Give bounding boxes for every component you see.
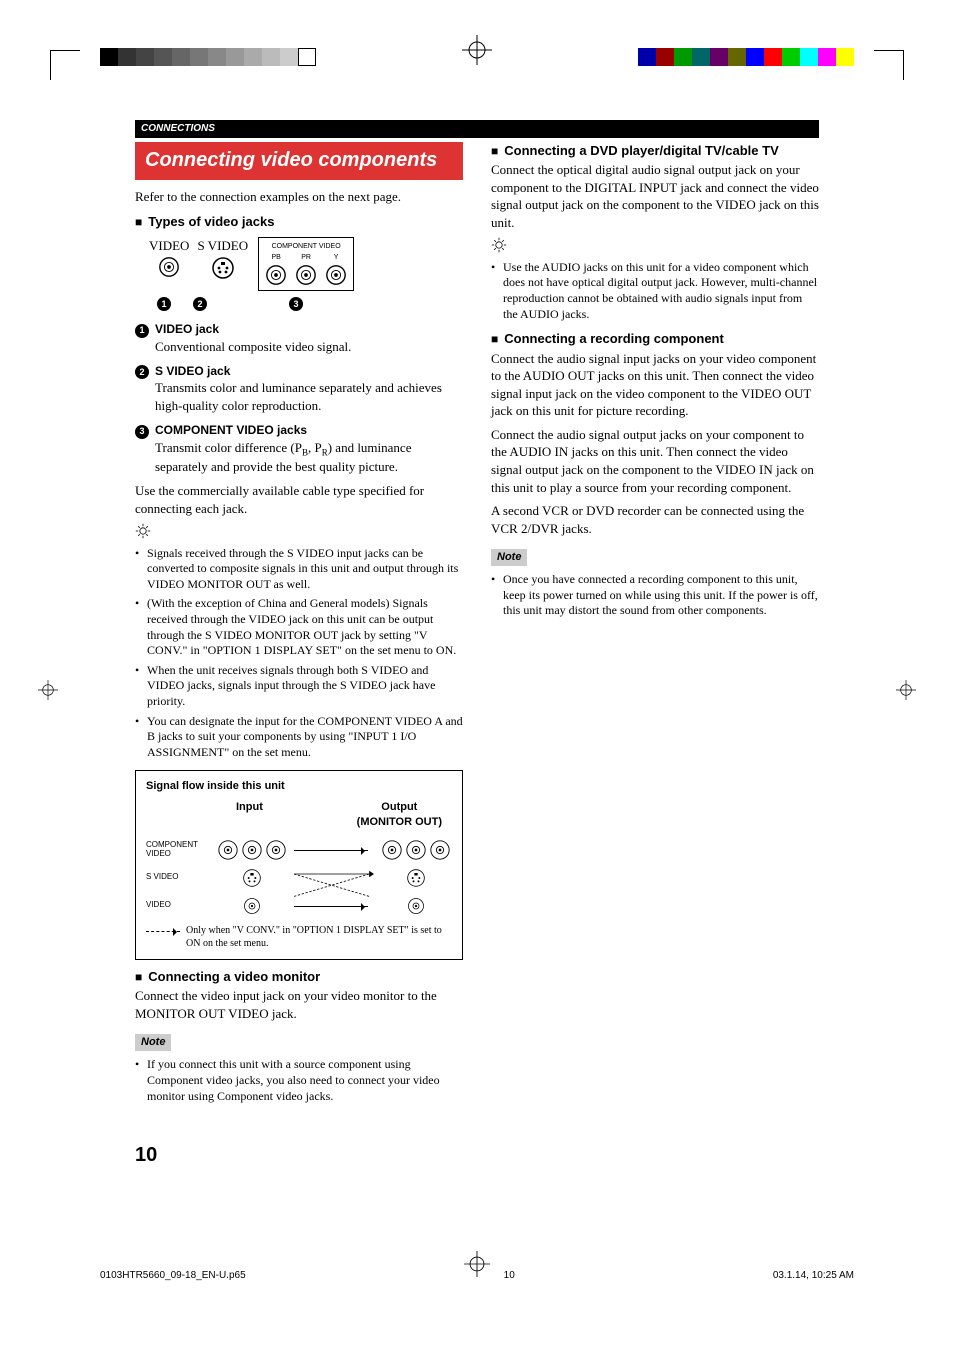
item-1-head: 1VIDEO jack: [135, 321, 463, 337]
monitor-body: Connect the video input jack on your vid…: [135, 987, 463, 1022]
heading-connecting-monitor: Connecting a video monitor: [135, 968, 463, 986]
label-y: Y: [334, 253, 339, 262]
flow-row-label: COMPONENT VIDEO: [146, 841, 210, 859]
tip-bullet: You can designate the input for the COMP…: [135, 714, 463, 761]
rec-p1: Connect the audio signal input jacks on …: [491, 350, 819, 420]
heading-recording: Connecting a recording component: [491, 330, 819, 348]
intro-text: Refer to the connection examples on the …: [135, 188, 463, 206]
note-list-monitor: If you connect this unit with a source c…: [135, 1057, 463, 1104]
label-video: VIDEO: [149, 237, 189, 255]
tip-bullet: Signals received through the S VIDEO inp…: [135, 546, 463, 593]
section-header: CONNECTIONS: [135, 120, 819, 138]
number-badge-1: 1: [157, 297, 171, 311]
print-registration-top: [0, 0, 954, 90]
note-list-rec: Once you have connected a recording comp…: [491, 572, 819, 619]
rca-jack-icon: [158, 256, 180, 278]
jack-numbers: 1 2 3: [157, 297, 463, 311]
heading-dvd: Connecting a DVD player/digital TV/cable…: [491, 142, 819, 160]
flow-legend-text: Only when "V CONV." in "OPTION 1 DISPLAY…: [186, 924, 452, 951]
right-column: Connecting a DVD player/digital TV/cable…: [491, 142, 819, 1113]
note-label: Note: [135, 1034, 171, 1051]
flow-row-label: VIDEO: [146, 901, 210, 910]
tip-icon: [491, 237, 507, 253]
flow-input-label: Input: [236, 800, 263, 830]
footer-page: 10: [504, 1269, 515, 1283]
note-label: Note: [491, 549, 527, 566]
item-3-head: 3COMPONENT VIDEO jacks: [135, 422, 463, 438]
dvd-body: Connect the optical digital audio signal…: [491, 161, 819, 231]
flow-output-label-1: Output: [381, 801, 417, 813]
tip-bullet: (With the exception of China and General…: [135, 596, 463, 658]
note-bullet: If you connect this unit with a source c…: [135, 1057, 463, 1104]
tip-bullet: Use the AUDIO jacks on this unit for a v…: [491, 260, 819, 322]
note-bullet: Once you have connected a recording comp…: [491, 572, 819, 619]
rca-jack-icon: [325, 264, 347, 286]
dashed-arrow-icon: [146, 931, 180, 932]
rca-jack-icon: [265, 264, 287, 286]
flow-title: Signal flow inside this unit: [146, 779, 452, 794]
registration-crosshair-icon: [464, 1251, 490, 1277]
label-pb: PB: [271, 253, 280, 262]
cable-note: Use the commercially available cable typ…: [135, 482, 463, 517]
svideo-jack-icon: [211, 256, 235, 280]
number-badge-3: 3: [289, 297, 303, 311]
color-bar-left: [100, 48, 316, 66]
heading-types-of-jacks: Types of video jacks: [135, 213, 463, 231]
rec-p2: Connect the audio signal output jacks on…: [491, 426, 819, 496]
registration-crosshair-icon: [462, 35, 492, 65]
title-banner: Connecting video components: [135, 142, 463, 180]
tip-bullet: When the unit receives signals through b…: [135, 663, 463, 710]
flow-output-label-2: (MONITOR OUT): [357, 816, 442, 828]
tip-icon: [135, 523, 151, 539]
item-3-body: Transmit color difference (PB, PR) and l…: [155, 439, 463, 476]
color-bar-right: [638, 48, 854, 66]
left-column: Connecting video components Refer to the…: [135, 142, 463, 1113]
number-badge-2: 2: [193, 297, 207, 311]
item-2-body: Transmits color and luminance separately…: [155, 379, 463, 414]
item-2-head: 2S VIDEO jack: [135, 363, 463, 379]
item-1-body: Conventional composite video signal.: [155, 338, 463, 356]
rec-p3: A second VCR or DVD recorder can be conn…: [491, 502, 819, 537]
label-svideo: S VIDEO: [197, 237, 248, 255]
dvd-tip-list: Use the AUDIO jacks on this unit for a v…: [491, 260, 819, 322]
tips-list-a: Signals received through the S VIDEO inp…: [135, 546, 463, 761]
footer-filename: 0103HTR5660_09-18_EN-U.p65: [100, 1269, 246, 1283]
registration-crosshair-icon: [38, 680, 58, 700]
registration-crosshair-icon: [896, 680, 916, 700]
rca-jack-icon: [295, 264, 317, 286]
label-pr: PR: [301, 253, 311, 262]
print-footer: 0103HTR5660_09-18_EN-U.p65 10 03.1.14, 1…: [0, 1209, 954, 1313]
signal-flow-diagram: Signal flow inside this unit Input Outpu…: [135, 770, 463, 960]
footer-date: 03.1.14, 10:25 AM: [773, 1269, 854, 1283]
label-component: COMPONENT VIDEO: [265, 242, 347, 251]
jack-diagram: VIDEO S VIDEO COMPONENT VIDEO PB PR Y: [149, 237, 463, 292]
flow-row-label: S VIDEO: [146, 873, 210, 882]
page-number: 10: [135, 1142, 819, 1169]
